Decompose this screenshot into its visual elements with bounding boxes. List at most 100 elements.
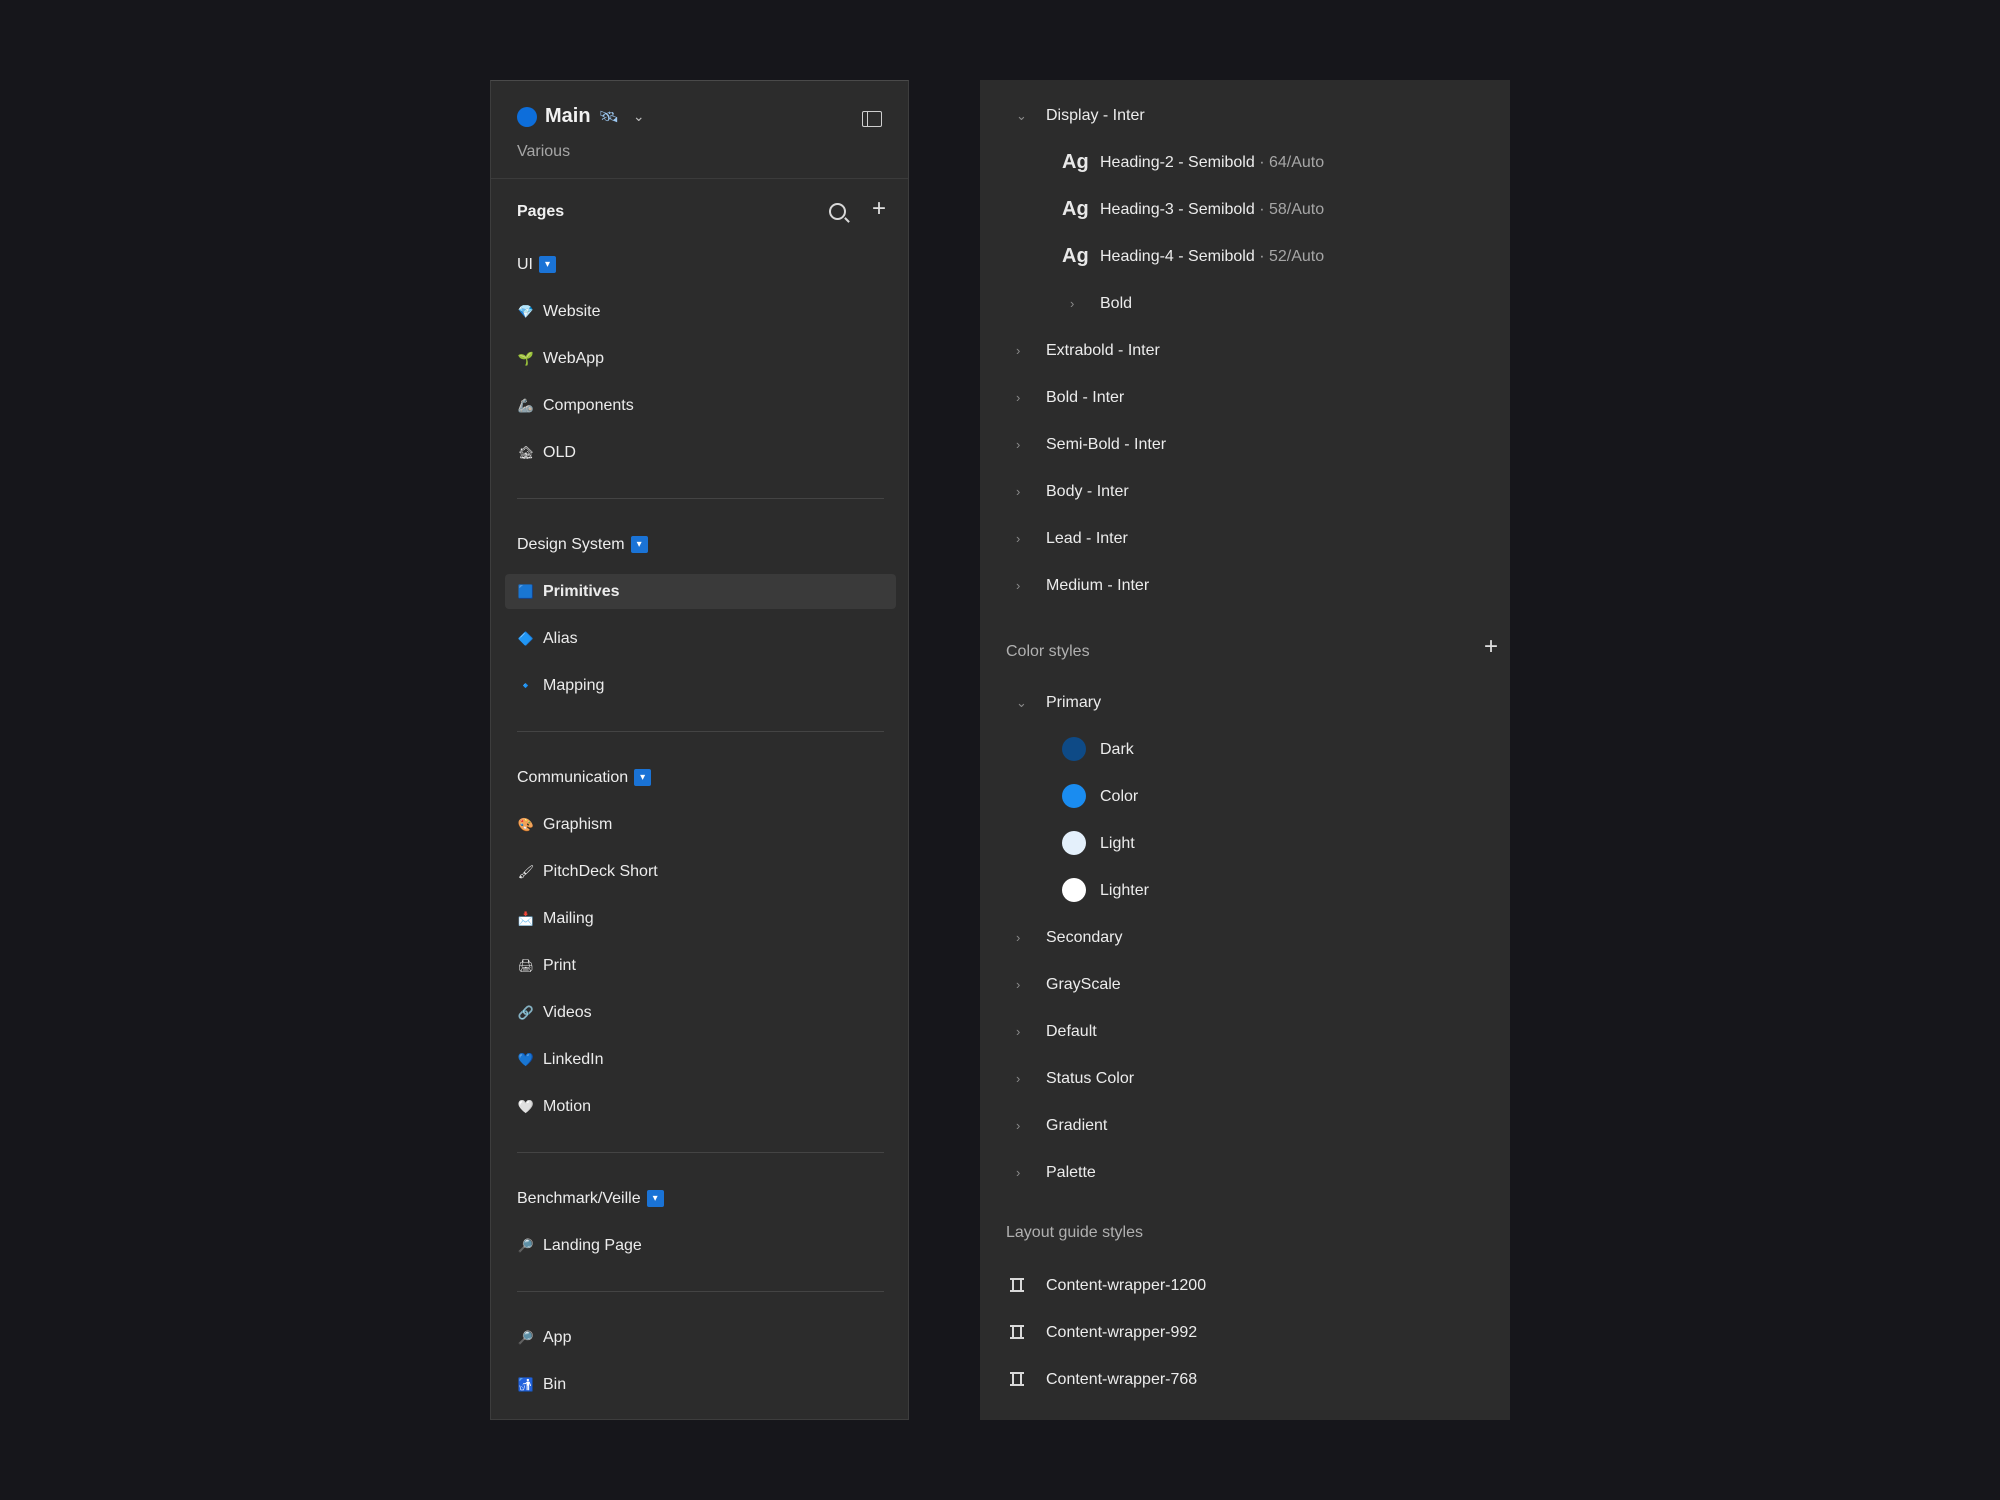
text-style-label: Heading-4 - Semibold · 52/Auto bbox=[1100, 248, 1324, 266]
color-style-label: Lighter bbox=[1100, 881, 1149, 899]
text-style-item[interactable]: Ag Heading-2 - Semibold · 64/Auto bbox=[980, 139, 1510, 186]
color-style-group[interactable]: › Gradient bbox=[980, 1102, 1510, 1149]
page-item[interactable]: 🔎 App bbox=[491, 1314, 908, 1361]
chevron-right-icon[interactable]: › bbox=[1016, 1071, 1020, 1086]
page-item[interactable]: 🦾 Components bbox=[491, 382, 908, 429]
page-item[interactable]: 🔹 Mapping bbox=[491, 662, 908, 709]
page-item[interactable]: 🔗 Videos bbox=[491, 989, 908, 1036]
section-divider bbox=[517, 1152, 884, 1153]
layout-guide-item[interactable]: Content-wrapper-992 bbox=[980, 1309, 1510, 1356]
file-switcher[interactable]: Main 🛰 ⌄ bbox=[517, 105, 645, 128]
page-item[interactable]: 💎 Website bbox=[491, 288, 908, 335]
chevron-right-icon[interactable]: › bbox=[1016, 531, 1020, 546]
color-style-item[interactable]: Color bbox=[980, 773, 1510, 820]
group-label: GrayScale bbox=[1046, 975, 1121, 993]
group-label: Bold - Inter bbox=[1046, 388, 1125, 406]
color-style-label: Light bbox=[1100, 834, 1135, 852]
chevron-right-icon[interactable]: › bbox=[1016, 1024, 1020, 1039]
page-item[interactable]: 🟦 Primitives bbox=[505, 574, 896, 609]
section-title[interactable]: Benchmark/Veille ▾ bbox=[491, 1175, 908, 1222]
color-style-group[interactable]: › GrayScale bbox=[980, 961, 1510, 1008]
section-collapse-icon[interactable]: ▾ bbox=[539, 256, 556, 273]
chevron-right-icon[interactable]: › bbox=[1016, 1165, 1020, 1180]
page-item[interactable]: 🤍 Motion bbox=[491, 1083, 908, 1130]
chevron-right-icon[interactable]: › bbox=[1070, 296, 1074, 311]
text-style-group[interactable]: › Lead - Inter bbox=[980, 515, 1510, 562]
page-item[interactable]: 📩 Mailing bbox=[491, 895, 908, 942]
page-label: Mailing bbox=[543, 909, 594, 927]
section-title[interactable]: Communication ▾ bbox=[491, 754, 908, 801]
page-item[interactable]: 🏚 OLD bbox=[491, 429, 908, 476]
chevron-right-icon[interactable]: › bbox=[1016, 977, 1020, 992]
section-title[interactable]: UI ▾ bbox=[491, 241, 908, 288]
group-label: Display - Inter bbox=[1046, 106, 1145, 124]
chevron-right-icon[interactable]: › bbox=[1016, 484, 1020, 499]
chevron-right-icon[interactable]: › bbox=[1016, 930, 1020, 945]
text-style-item[interactable]: Ag Heading-3 - Semibold · 58/Auto bbox=[980, 186, 1510, 233]
text-style-group[interactable]: › Medium - Inter bbox=[980, 562, 1510, 609]
layout-guides-label: Layout guide styles bbox=[1006, 1224, 1143, 1241]
text-style-icon: Ag bbox=[1062, 198, 1089, 220]
text-style-label: Heading-2 - Semibold · 64/Auto bbox=[1100, 154, 1324, 172]
chevron-right-icon[interactable]: › bbox=[1016, 343, 1020, 358]
chevron-right-icon[interactable]: › bbox=[1016, 437, 1020, 452]
text-style-subgroup[interactable]: › Bold bbox=[980, 280, 1510, 327]
color-swatch bbox=[1062, 784, 1086, 808]
layout-grid-icon bbox=[1010, 1325, 1024, 1339]
text-style-group[interactable]: › Body - Inter bbox=[980, 468, 1510, 515]
chevron-down-icon[interactable]: ⌄ bbox=[1016, 108, 1027, 124]
color-style-item[interactable]: Dark bbox=[980, 726, 1510, 773]
color-styles-list: ⌄ Primary Dark Color Light Lighter › Secondary ›… bbox=[980, 679, 1510, 1196]
section-collapse-icon[interactable]: ▾ bbox=[646, 1190, 664, 1207]
text-style-spec: · 64/Auto bbox=[1254, 153, 1325, 171]
color-style-group[interactable]: ⌄ Primary bbox=[980, 679, 1510, 726]
color-style-group[interactable]: › Secondary bbox=[980, 914, 1510, 961]
chevron-down-icon[interactable]: ⌄ bbox=[1016, 695, 1027, 711]
chevron-right-icon[interactable]: › bbox=[1016, 578, 1020, 593]
section-title-label: UI bbox=[517, 255, 533, 273]
section-title-label: Benchmark/Veille bbox=[517, 1189, 641, 1207]
add-page-icon[interactable]: + bbox=[872, 197, 886, 221]
page-item[interactable]: 🖌 PitchDeck Short bbox=[491, 848, 908, 895]
add-color-style-icon[interactable]: + bbox=[1484, 635, 1498, 659]
layout-guide-item[interactable]: Content-wrapper-768 bbox=[980, 1356, 1510, 1403]
chevron-down-icon[interactable]: ⌄ bbox=[633, 108, 645, 125]
page-item[interactable]: 💙 LinkedIn bbox=[491, 1036, 908, 1083]
color-style-group[interactable]: › Palette bbox=[980, 1149, 1510, 1196]
page-emoji-icon: 🏚 bbox=[517, 444, 535, 460]
page-item[interactable]: 🔎 Landing Page bbox=[491, 1222, 908, 1269]
text-style-item[interactable]: Ag Heading-4 - Semibold · 52/Auto bbox=[980, 233, 1510, 280]
page-emoji-icon: 🖨 bbox=[517, 957, 535, 973]
text-style-group[interactable]: › Bold - Inter bbox=[980, 374, 1510, 421]
text-style-name: Heading-4 - Semibold bbox=[1100, 247, 1255, 265]
page-emoji-icon: 🦾 bbox=[517, 397, 535, 413]
chevron-right-icon[interactable]: › bbox=[1016, 1118, 1020, 1133]
group-label: Primary bbox=[1046, 693, 1102, 711]
text-style-group[interactable]: › Semi-Bold - Inter bbox=[980, 421, 1510, 468]
page-item[interactable]: 🚮 Bin bbox=[491, 1361, 908, 1408]
chevron-right-icon[interactable]: › bbox=[1016, 390, 1020, 405]
page-item[interactable]: 🎨 Graphism bbox=[491, 801, 908, 848]
layout-guide-item[interactable]: Content-wrapper-1200 bbox=[980, 1262, 1510, 1309]
text-style-spec: · 52/Auto bbox=[1254, 247, 1325, 265]
text-styles-list: ⌄ Display - Inter Ag Heading-2 - Semibold ·… bbox=[980, 80, 1510, 609]
sidebar-toggle-icon[interactable] bbox=[862, 111, 882, 127]
page-item[interactable]: 🔷 Alias bbox=[491, 615, 908, 662]
text-style-group[interactable]: › Extrabold - Inter bbox=[980, 327, 1510, 374]
page-emoji-icon: 🌱 bbox=[517, 350, 535, 366]
color-style-item[interactable]: Light bbox=[980, 820, 1510, 867]
section-collapse-icon[interactable]: ▾ bbox=[634, 769, 652, 786]
color-style-group[interactable]: › Default bbox=[980, 1008, 1510, 1055]
page-item[interactable]: 🌱 WebApp bbox=[491, 335, 908, 382]
color-style-group[interactable]: › Status Color bbox=[980, 1055, 1510, 1102]
color-style-item[interactable]: Lighter bbox=[980, 867, 1510, 914]
text-style-group[interactable]: ⌄ Display - Inter bbox=[980, 92, 1510, 139]
group-label: Gradient bbox=[1046, 1116, 1108, 1134]
page-item[interactable]: 🖨 Print bbox=[491, 942, 908, 989]
page-emoji-icon: 🔎 bbox=[517, 1329, 535, 1345]
section-collapse-icon[interactable]: ▾ bbox=[630, 536, 648, 553]
section-title[interactable]: Design System ▾ bbox=[491, 521, 908, 568]
page-label: Landing Page bbox=[543, 1236, 642, 1254]
page-label: WebApp bbox=[543, 349, 605, 367]
search-icon[interactable] bbox=[829, 203, 846, 220]
